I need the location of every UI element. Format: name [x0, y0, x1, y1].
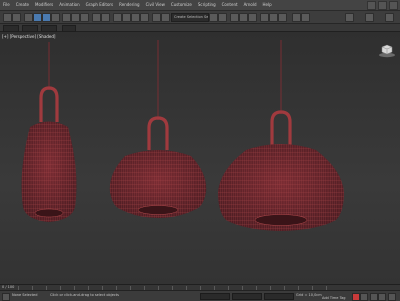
select-and-scale-icon[interactable] — [80, 13, 89, 22]
prompt-line: Click or click-and-drag to select object… — [50, 293, 119, 297]
menu-customize[interactable]: Customize — [168, 0, 195, 10]
lamp-2-handle — [147, 116, 169, 150]
undo-icon[interactable] — [3, 13, 12, 22]
render-production-icon[interactable] — [278, 13, 287, 22]
ribbon-tab-1[interactable] — [3, 25, 19, 32]
select-and-move-icon[interactable] — [62, 13, 71, 22]
select-and-rotate-icon[interactable] — [71, 13, 80, 22]
maximize-button[interactable] — [378, 0, 387, 10]
main-toolbar: Create Selection Set — [0, 11, 400, 24]
lamp-2[interactable] — [109, 40, 207, 218]
lamp-3[interactable] — [218, 40, 344, 231]
redo-icon[interactable] — [12, 13, 21, 22]
perspective-viewport[interactable]: [+] [Perspective] [Shaded] — [0, 32, 400, 284]
menu-graph-editors[interactable]: Graph Editors — [83, 0, 116, 10]
scene-canvas — [21, 40, 344, 231]
x-coordinate-field[interactable] — [200, 293, 230, 300]
spinner-snap-icon[interactable] — [140, 13, 149, 22]
user-account-icon[interactable] — [385, 13, 394, 22]
mirror-icon[interactable] — [161, 13, 170, 22]
selection-status: None Selected — [12, 293, 38, 297]
ribbon-bar — [0, 24, 400, 32]
z-coordinate-field[interactable] — [264, 293, 294, 300]
rendered-frame-window-icon[interactable] — [269, 13, 278, 22]
lamp-2-opening — [137, 205, 179, 215]
curve-editor-icon[interactable] — [230, 13, 239, 22]
lamp-3-handle — [270, 110, 292, 145]
align-icon[interactable] — [209, 13, 218, 22]
rectangular-selection-icon[interactable] — [51, 13, 60, 22]
select-by-name-icon[interactable] — [42, 13, 51, 22]
selection-set-dropdown[interactable]: Create Selection Set — [171, 13, 209, 22]
render-setup-icon[interactable] — [260, 13, 269, 22]
grid-size: Grid = 10,0cm — [296, 293, 322, 297]
arnold-render-icon[interactable] — [292, 13, 301, 22]
menu-arnold[interactable]: Arnold — [241, 0, 260, 10]
project-folder-icon[interactable] — [365, 13, 374, 22]
lamp-1[interactable] — [21, 42, 77, 222]
minimize-button[interactable] — [367, 0, 376, 10]
edit-named-selection-icon[interactable] — [152, 13, 161, 22]
workspace-icon[interactable] — [345, 13, 354, 22]
schematic-view-icon[interactable] — [239, 13, 248, 22]
lamp-1-wireframe — [21, 121, 77, 222]
lamp-1-handle — [39, 86, 59, 122]
link-icon[interactable] — [24, 13, 33, 22]
add-time-tag[interactable]: Add Time Tag — [322, 296, 346, 300]
render-teapot-icon[interactable] — [301, 13, 310, 22]
ribbon-tab-3[interactable] — [41, 25, 57, 32]
pivot-center-icon[interactable] — [101, 13, 110, 22]
menu-help[interactable]: Help — [260, 0, 275, 10]
time-slider-frame: 0 / 100 — [2, 285, 15, 289]
menu-file[interactable]: File — [0, 0, 13, 10]
select-object-icon[interactable] — [33, 13, 42, 22]
y-coordinate-field[interactable] — [232, 293, 262, 300]
status-bar: None Selected Click or click-and-drag to… — [0, 290, 400, 301]
menu-bar: File Create Modifiers Animation Graph Ed… — [0, 0, 400, 11]
menu-content[interactable]: Content — [219, 0, 241, 10]
menu-animation[interactable]: Animation — [56, 0, 82, 10]
menu-rendering[interactable]: Rendering — [116, 0, 142, 10]
ribbon-tab-2[interactable] — [22, 25, 38, 32]
reference-coordinate-icon[interactable] — [92, 13, 101, 22]
menu-civil-view[interactable]: Civil View — [143, 0, 168, 10]
layer-explorer-icon[interactable] — [218, 13, 227, 22]
snaps-toggle-icon[interactable] — [113, 13, 122, 22]
menu-scripting[interactable]: Scripting — [195, 0, 219, 10]
lamp-1-opening — [34, 208, 64, 218]
close-button[interactable] — [389, 0, 398, 10]
percent-snap-icon[interactable] — [131, 13, 140, 22]
ribbon-tab-4[interactable] — [62, 25, 76, 32]
menu-modifiers[interactable]: Modifiers — [32, 0, 56, 10]
angle-snap-icon[interactable] — [122, 13, 131, 22]
lamp-3-opening — [254, 214, 308, 226]
menu-create[interactable]: Create — [13, 0, 32, 10]
material-editor-icon[interactable] — [248, 13, 257, 22]
